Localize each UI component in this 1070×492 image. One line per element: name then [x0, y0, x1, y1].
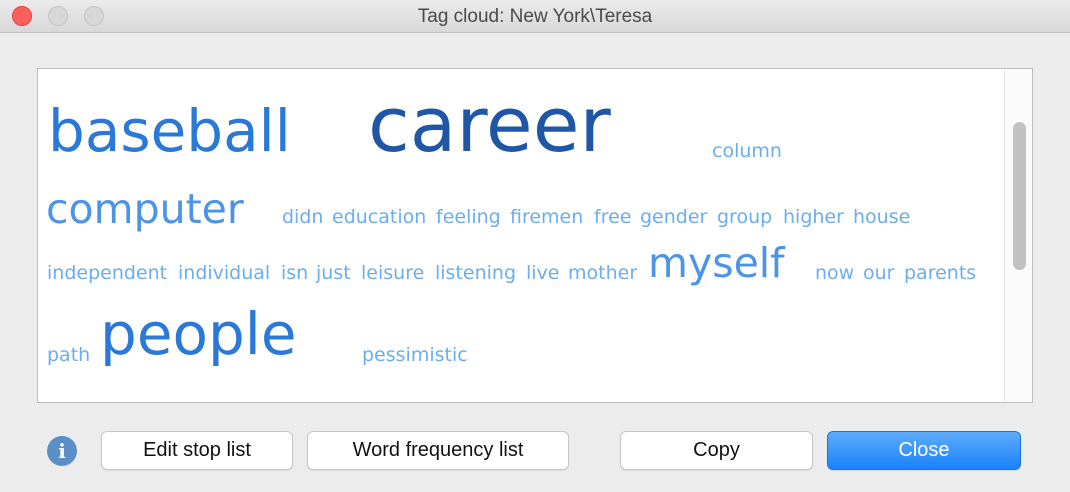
tag-word[interactable]: live [526, 264, 560, 283]
tag-word[interactable]: gender [640, 208, 707, 227]
tag-word[interactable]: feeling [436, 208, 501, 227]
tag-word[interactable]: individual [178, 264, 270, 283]
tag-word[interactable]: career [368, 87, 611, 163]
cloud-scrollbar[interactable] [1004, 69, 1032, 402]
tag-word[interactable]: computer [46, 189, 244, 230]
info-icon[interactable]: i [47, 436, 77, 466]
tag-word[interactable]: leisure [361, 264, 424, 283]
tag-word[interactable]: higher [783, 208, 844, 227]
tag-word[interactable]: now [815, 264, 854, 283]
tag-word[interactable]: education [332, 208, 426, 227]
window-title: Tag cloud: New York\Teresa [417, 6, 653, 27]
tag-word[interactable]: baseball [48, 102, 291, 160]
copy-button[interactable]: Copy [620, 431, 813, 470]
edit-stop-list-button[interactable]: Edit stop list [101, 431, 293, 470]
close-button[interactable]: Close [827, 431, 1021, 470]
tag-word[interactable]: mother [568, 264, 637, 283]
tag-word[interactable]: didn [282, 208, 323, 227]
scrollbar-thumb[interactable] [1013, 122, 1026, 270]
tag-word[interactable]: pessimistic [362, 346, 468, 365]
tag-word[interactable]: firemen [510, 208, 583, 227]
tag-word[interactable]: myself [648, 243, 785, 284]
tag-word[interactable]: house [853, 208, 910, 227]
tag-word[interactable]: isn [281, 264, 308, 283]
tag-word[interactable]: free [594, 208, 631, 227]
tag-word[interactable]: people [100, 305, 297, 363]
tag-cloud-window: Tag cloud: New York\Teresa baseball care… [0, 0, 1070, 492]
tag-word[interactable]: parents [904, 264, 976, 283]
tag-word[interactable]: our [863, 264, 894, 283]
tag-word[interactable]: column [712, 142, 782, 161]
title-bar: Tag cloud: New York\Teresa [0, 0, 1070, 33]
tag-word[interactable]: just [316, 264, 351, 283]
tag-word[interactable]: listening [435, 264, 516, 283]
tag-word[interactable]: group [717, 208, 772, 227]
tag-cloud-panel: baseball career column computer didn edu… [37, 68, 1033, 403]
tag-word[interactable]: independent [47, 264, 167, 283]
tag-word[interactable]: path [47, 346, 90, 365]
word-frequency-list-button[interactable]: Word frequency list [307, 431, 569, 470]
